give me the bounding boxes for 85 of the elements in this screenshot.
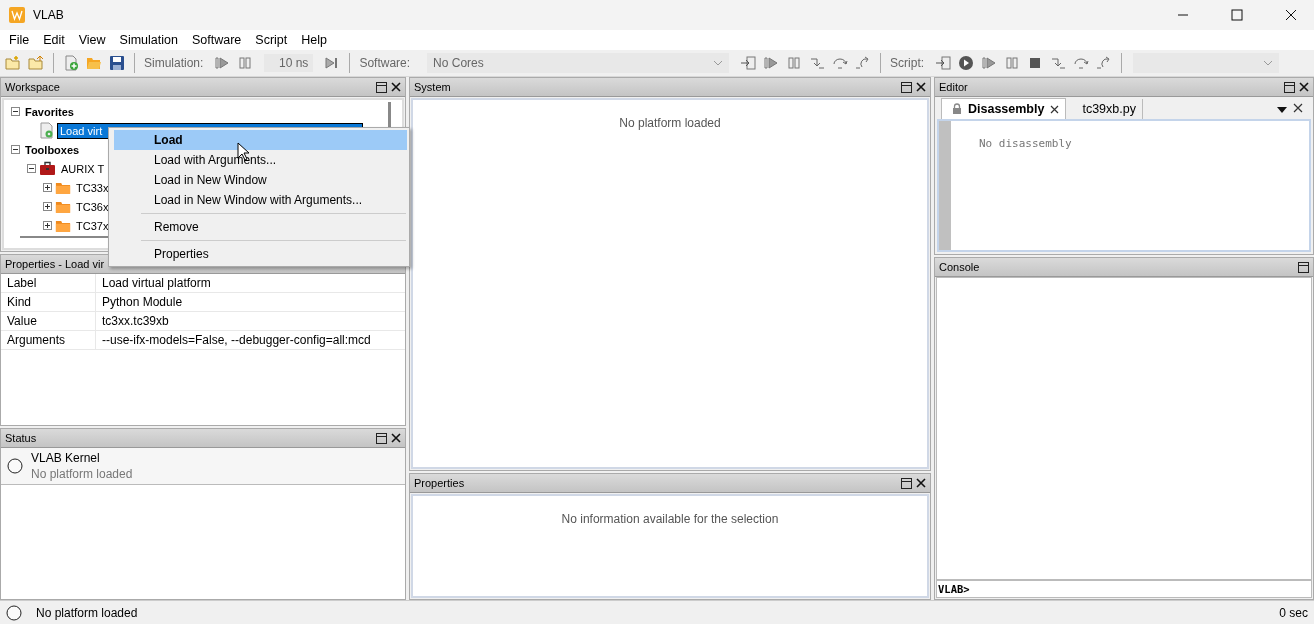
time-field[interactable]: 10 ns [264,54,314,72]
close-icon[interactable] [1050,104,1060,114]
menu-item[interactable]: View [71,33,113,47]
script-file-icon [39,122,55,139]
panel-title: Workspace [5,81,61,93]
float-icon[interactable] [376,81,387,93]
enter-icon[interactable] [738,53,759,73]
tree-item[interactable]: Toolboxes [23,142,82,157]
property-name: Value [1,312,96,330]
menu-item[interactable]: Remove [114,217,407,237]
menu-item[interactable]: Load [114,130,407,150]
status-indicator-icon [6,604,22,621]
panel-title: Editor [939,81,969,93]
close-icon[interactable] [391,82,401,92]
menu-item[interactable]: Load in New Window with Arguments... [114,190,407,210]
float-icon[interactable] [901,81,912,93]
folder-icon [55,180,71,195]
tree-item[interactable]: TC37x [74,218,111,233]
status-indicator-icon [7,458,23,474]
save-icon[interactable] [107,53,127,73]
chevron-down-icon [1263,60,1274,66]
status-message: No platform loaded [36,605,138,620]
expand-icon[interactable] [43,221,52,230]
chevron-down-icon [713,60,724,66]
float-icon[interactable] [901,477,912,489]
app-logo-icon [9,7,25,23]
property-value: Python Module [101,295,183,309]
dropdown-icon[interactable] [1277,107,1287,113]
close-icon[interactable] [1293,103,1303,113]
toolbox-icon [39,161,56,176]
tree-item[interactable]: AURIX T [59,161,107,176]
expand-icon[interactable] [43,202,52,211]
disassembly-placeholder: No disassembly [978,136,1072,152]
float-icon[interactable] [1284,81,1295,93]
float-icon[interactable] [1298,261,1309,273]
tree-item[interactable]: Favorites [23,104,76,119]
toolbar-label: Simulation: [144,56,204,70]
enter-icon[interactable] [933,53,954,73]
empty-message: No information available for the selection [561,512,779,528]
empty-message: No platform loaded [619,116,721,132]
menu-item[interactable]: Script [248,33,295,47]
tree-item[interactable]: TC33x [74,180,111,195]
menu-item[interactable]: Help [294,33,334,47]
scrollbar[interactable] [388,102,391,128]
collapse-icon[interactable] [11,107,20,116]
status-name: VLAB Kernel [31,451,101,465]
elapsed-time: 0 sec [1279,605,1308,620]
panel-title: Status [5,432,38,444]
menu-item[interactable]: Software [184,33,249,47]
close-icon[interactable] [916,82,926,92]
collapse-icon[interactable] [27,164,36,173]
menu-item[interactable]: Edit [36,33,72,47]
panel-title: System [414,81,452,93]
collapse-icon[interactable] [11,145,20,154]
menu-item[interactable]: Simulation [112,33,185,47]
property-value: tc3xx.tc39xb [101,314,169,328]
float-icon[interactable] [376,432,387,444]
toolbar-label: Script: [890,56,925,70]
panel-title: Console [939,261,981,273]
editor-tab[interactable]: Disassembly [941,98,1067,119]
window-title: VLAB [33,8,64,22]
property-name: Arguments [1,331,96,349]
status-detail: No platform loaded [31,467,133,481]
property-name: Kind [1,293,96,311]
folder-icon [55,218,71,233]
menu-item[interactable]: Load with Arguments... [114,150,407,170]
close-icon[interactable] [391,433,401,443]
folder-icon [55,199,71,214]
cores-dropdown[interactable]: No Cores [427,53,730,73]
open-workspace-icon[interactable] [26,53,46,73]
menu-item[interactable]: File [2,33,37,47]
code-editor[interactable]: No disassembly [937,119,1311,252]
tree-item[interactable]: TC36x [74,199,111,214]
property-value: Load virtual platform [101,276,211,290]
expand-icon[interactable] [43,183,52,192]
toolbar-label: Software: [359,56,411,70]
panel-title: Properties [414,477,466,489]
close-icon[interactable] [916,478,926,488]
menu-item[interactable]: Load in New Window [114,170,407,190]
property-value: --use-ifx-models=False, --debugger-config=all:mcd [101,333,371,347]
panel-title: Properties - Load vir [5,258,106,270]
console-input[interactable]: VLAB> [936,580,1312,598]
menu-item[interactable]: Properties [114,244,407,264]
close-icon[interactable] [1299,82,1309,92]
property-name: Label [1,274,96,292]
